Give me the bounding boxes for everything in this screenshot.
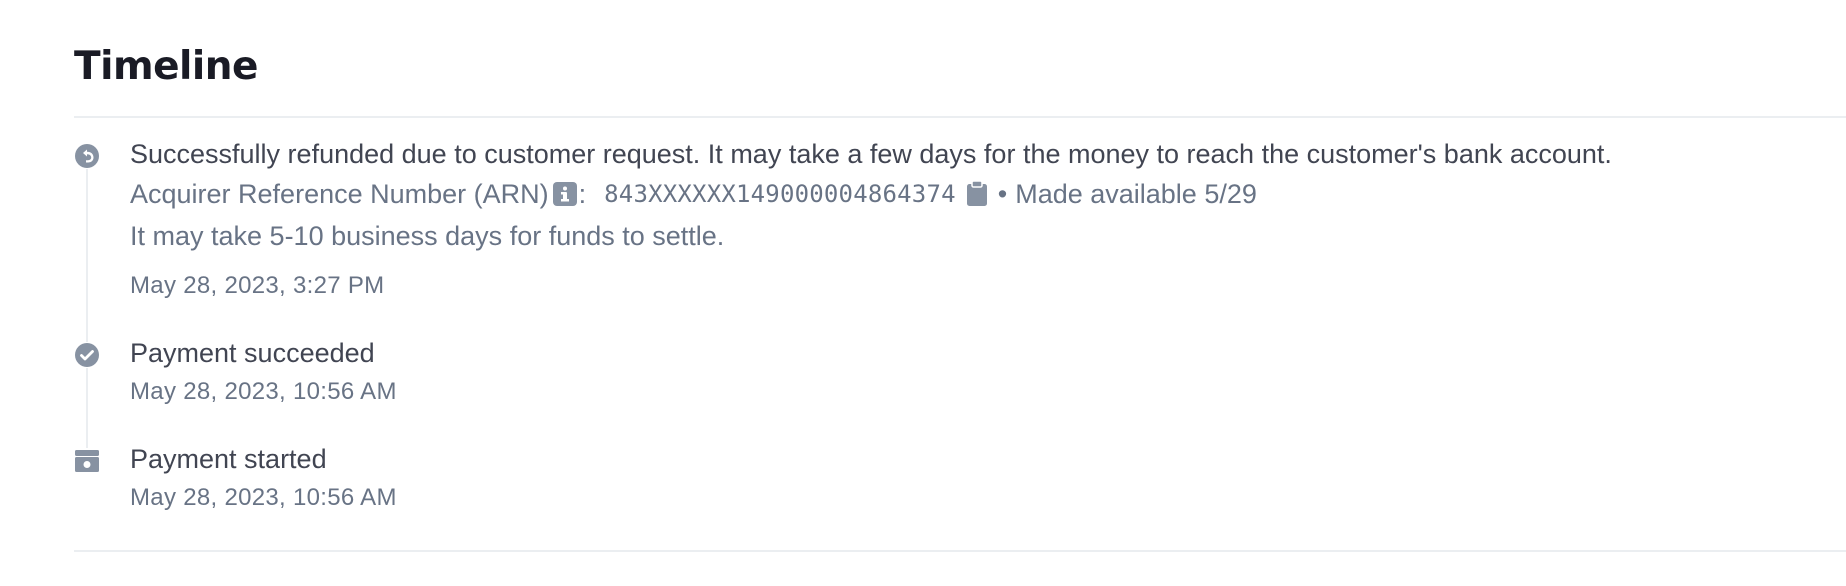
check-circle-icon [74,342,100,368]
section-title: Timeline [74,44,259,89]
arn-line: Acquirer Reference Number (ARN) : 843XXX… [130,177,1257,211]
top-divider [74,116,1846,118]
availability-text: Made available 5/29 [1015,179,1257,209]
arn-colon: : [578,179,587,209]
started-message: Payment started [130,444,327,474]
info-icon[interactable] [552,180,577,206]
separator-dot: • [997,179,1008,209]
bottom-divider [74,550,1846,552]
refund-message: Successfully refunded due to customer re… [130,139,1612,169]
succeeded-timestamp: May 28, 2023, 10:56 AM [130,378,397,405]
started-timestamp: May 28, 2023, 10:56 AM [130,484,397,511]
settlement-note: It may take 5-10 business days for funds… [130,221,725,251]
payment-card-icon [74,448,100,474]
arn-value: 843XXXXXX149000004864374 [604,180,956,208]
succeeded-message: Payment succeeded [130,338,375,368]
timeline-connector-line [86,155,88,465]
refund-timestamp: May 28, 2023, 3:27 PM [130,272,385,299]
clipboard-icon[interactable] [966,180,988,206]
refund-icon [74,143,100,169]
arn-label: Acquirer Reference Number (ARN) [130,179,549,209]
